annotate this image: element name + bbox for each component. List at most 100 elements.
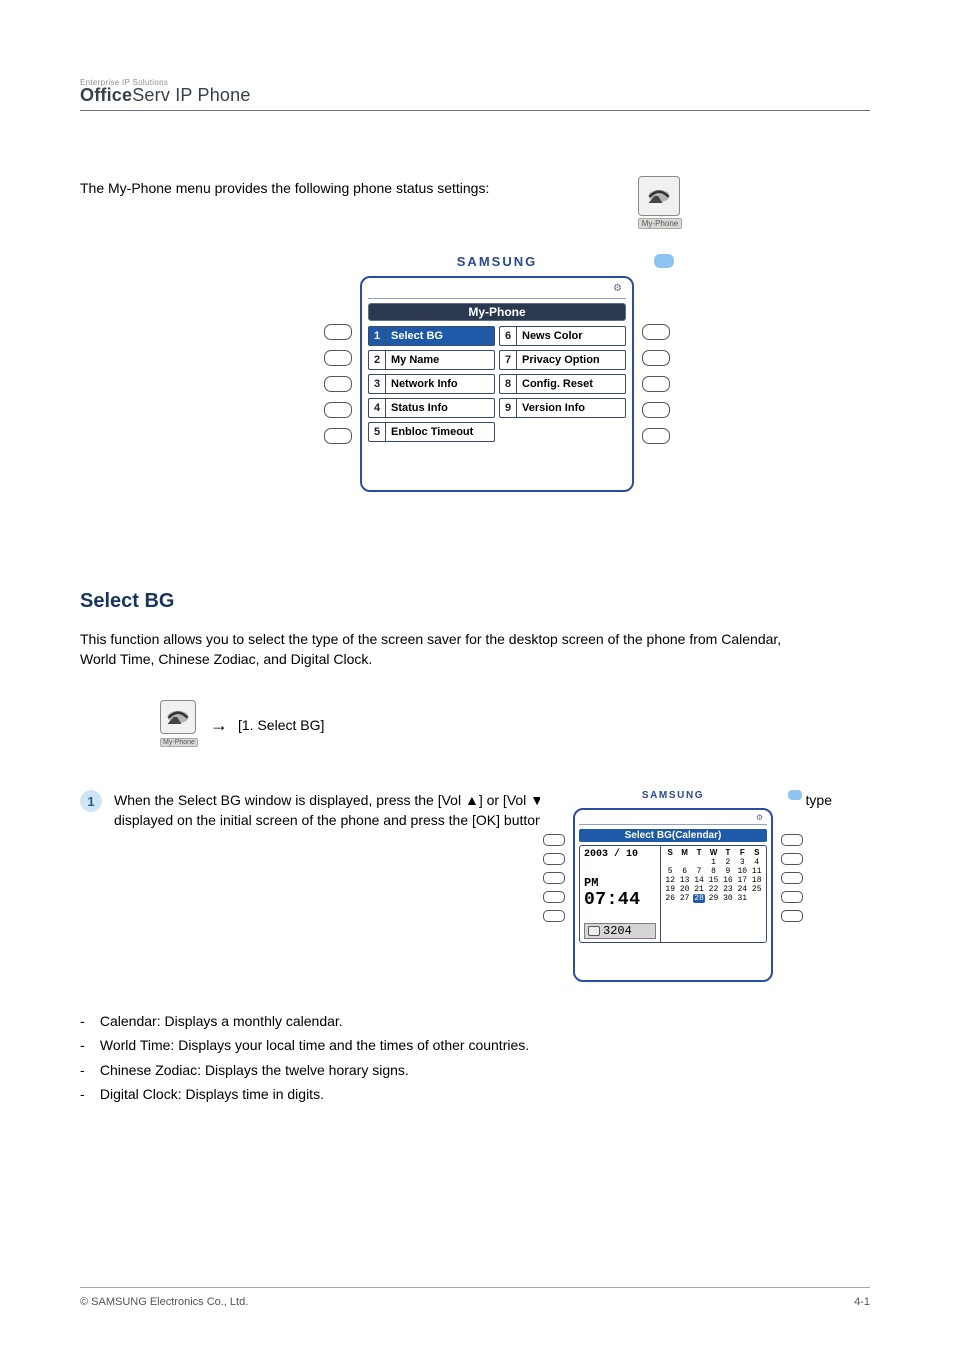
soft-button[interactable] <box>543 872 565 884</box>
menu-col-right: 6News Color 7Privacy Option 8Config. Reset… <box>499 326 626 442</box>
calendar-cell: 28 <box>693 894 705 903</box>
menu-item[interactable]: 2My Name <box>368 350 495 370</box>
soft-button[interactable] <box>324 376 352 392</box>
calendar-row: 262728293031 <box>663 894 764 903</box>
calendar-cell <box>693 858 705 867</box>
menu-col-left: 1Select BG2My Name3Network Info4Status I… <box>368 326 495 442</box>
calendar-cell: 21 <box>693 885 705 894</box>
calendar-dow-cell: S <box>664 848 676 857</box>
calendar-cell: 19 <box>664 885 676 894</box>
menu-item-number: 7 <box>499 350 516 370</box>
calendar-cell: 12 <box>664 876 676 885</box>
calendar-row: 19202122232425 <box>663 885 764 894</box>
soft-button[interactable] <box>642 402 670 418</box>
page-header: Enterprise IP Solutions OfficeServ IP Ph… <box>80 78 870 111</box>
legend-text: Digital Clock: Displays time in digits. <box>96 1086 324 1102</box>
calendar-row: 567891011 <box>663 867 764 876</box>
menu-item[interactable]: 6News Color <box>499 326 626 346</box>
soft-button[interactable] <box>324 428 352 444</box>
screen-title: My-Phone <box>368 303 626 321</box>
soft-button[interactable] <box>324 402 352 418</box>
soft-button[interactable] <box>324 324 352 340</box>
header-bold: Office <box>80 85 132 105</box>
legend-row: - Chinese Zodiac: Displays the twelve ho… <box>80 1059 870 1081</box>
calendar-cell: 27 <box>679 894 691 903</box>
footer-left: © SAMSUNG Electronics Co., Ltd. <box>80 1296 248 1308</box>
soft-button[interactable] <box>642 324 670 340</box>
calendar-cell: 10 <box>736 867 748 876</box>
earhole-icon <box>654 254 674 268</box>
soft-button[interactable] <box>781 910 803 922</box>
soft-button[interactable] <box>543 834 565 846</box>
calendar-cell <box>679 858 691 867</box>
calendar-cell: 5 <box>664 867 676 876</box>
calendar-cell: 6 <box>679 867 691 876</box>
menu-item-label: Select BG <box>385 326 495 346</box>
menu-item-label: Config. Reset <box>516 374 626 394</box>
menu-grid: 1Select BG2My Name3Network Info4Status I… <box>368 326 626 442</box>
soft-button[interactable] <box>642 428 670 444</box>
phone-screen: ⚙ My-Phone 1Select BG2My Name3Network In… <box>360 276 634 492</box>
menu-item[interactable]: 1Select BG <box>368 326 495 346</box>
soft-button[interactable] <box>781 834 803 846</box>
soft-button[interactable] <box>781 891 803 903</box>
my-phone-icon-block: My-Phone <box>638 176 682 234</box>
phone-body: ⚙ My-Phone 1Select BG2My Name3Network In… <box>316 276 678 492</box>
footer-right: 4-1 <box>854 1296 870 1308</box>
menu-item[interactable]: 5Enbloc Timeout <box>368 422 495 442</box>
calendar-dow-cell: F <box>736 848 748 857</box>
menu-item-label: My Name <box>385 350 495 370</box>
menu-item-number: 9 <box>499 398 516 418</box>
earhole-icon <box>788 790 802 800</box>
path-suffix: [1. Select BG] <box>238 717 324 733</box>
menu-item[interactable]: 3Network Info <box>368 374 495 394</box>
menu-item-number: 8 <box>499 374 516 394</box>
my-phone-icon-label: My-Phone <box>638 218 682 229</box>
menu-item-label: Status Info <box>385 398 495 418</box>
soft-button[interactable] <box>781 853 803 865</box>
soft-button[interactable] <box>543 853 565 865</box>
menu-item-number: 5 <box>368 422 385 442</box>
soft-button[interactable] <box>324 350 352 366</box>
phone-screen: ⚙ Select BG(Calendar) 2003 / 10 PM 07:44… <box>573 808 773 982</box>
soft-button[interactable] <box>781 872 803 884</box>
brand-label: SAMSUNG <box>316 254 678 269</box>
menu-item[interactable]: 7Privacy Option <box>499 350 626 370</box>
menu-item[interactable]: 8Config. Reset <box>499 374 626 394</box>
calendar-cell: 7 <box>693 867 705 876</box>
menu-item-number: 1 <box>368 326 385 346</box>
soft-button[interactable] <box>642 376 670 392</box>
header-rest: Serv <box>132 85 170 105</box>
calendar-cell: 11 <box>751 867 763 876</box>
my-phone-icon <box>638 176 680 216</box>
calendar-cell: 18 <box>751 876 763 885</box>
page: Enterprise IP Solutions OfficeServ IP Ph… <box>0 0 954 1348</box>
left-soft-buttons <box>543 834 565 982</box>
menu-item-number: 3 <box>368 374 385 394</box>
menu-item-label: Network Info <box>385 374 495 394</box>
soft-button[interactable] <box>543 910 565 922</box>
menu-item-label: Enbloc Timeout <box>385 422 495 442</box>
menu-item-label: Version Info <box>516 398 626 418</box>
legend-text: Calendar: Displays a monthly calendar. <box>96 1013 343 1029</box>
calendar-cell <box>751 894 763 903</box>
menu-item-number: 2 <box>368 350 385 370</box>
legend-bullet: - <box>80 1083 96 1105</box>
calendar-cell: 4 <box>751 858 763 867</box>
menu-item[interactable]: 9Version Info <box>499 398 626 418</box>
path-row: My-Phone → [1. Select BG] <box>160 700 324 750</box>
menu-item[interactable]: 4Status Info <box>368 398 495 418</box>
calendar-cell: 9 <box>722 867 734 876</box>
legend-row: - Digital Clock: Displays time in digits… <box>80 1083 870 1105</box>
phone-glyph-icon <box>645 185 673 207</box>
soft-button[interactable] <box>642 350 670 366</box>
legend-bullet: - <box>80 1034 96 1056</box>
calendar-row: 12131415161718 <box>663 876 764 885</box>
calendar-cell: 25 <box>751 885 763 894</box>
legend-row: - World Time: Displays your local time a… <box>80 1034 870 1056</box>
section-heading: Select BG <box>80 590 174 613</box>
soft-button[interactable] <box>543 891 565 903</box>
brand-label: SAMSUNG <box>540 790 806 801</box>
calendar-cell: 13 <box>679 876 691 885</box>
arrow-right-icon: → <box>210 715 228 736</box>
